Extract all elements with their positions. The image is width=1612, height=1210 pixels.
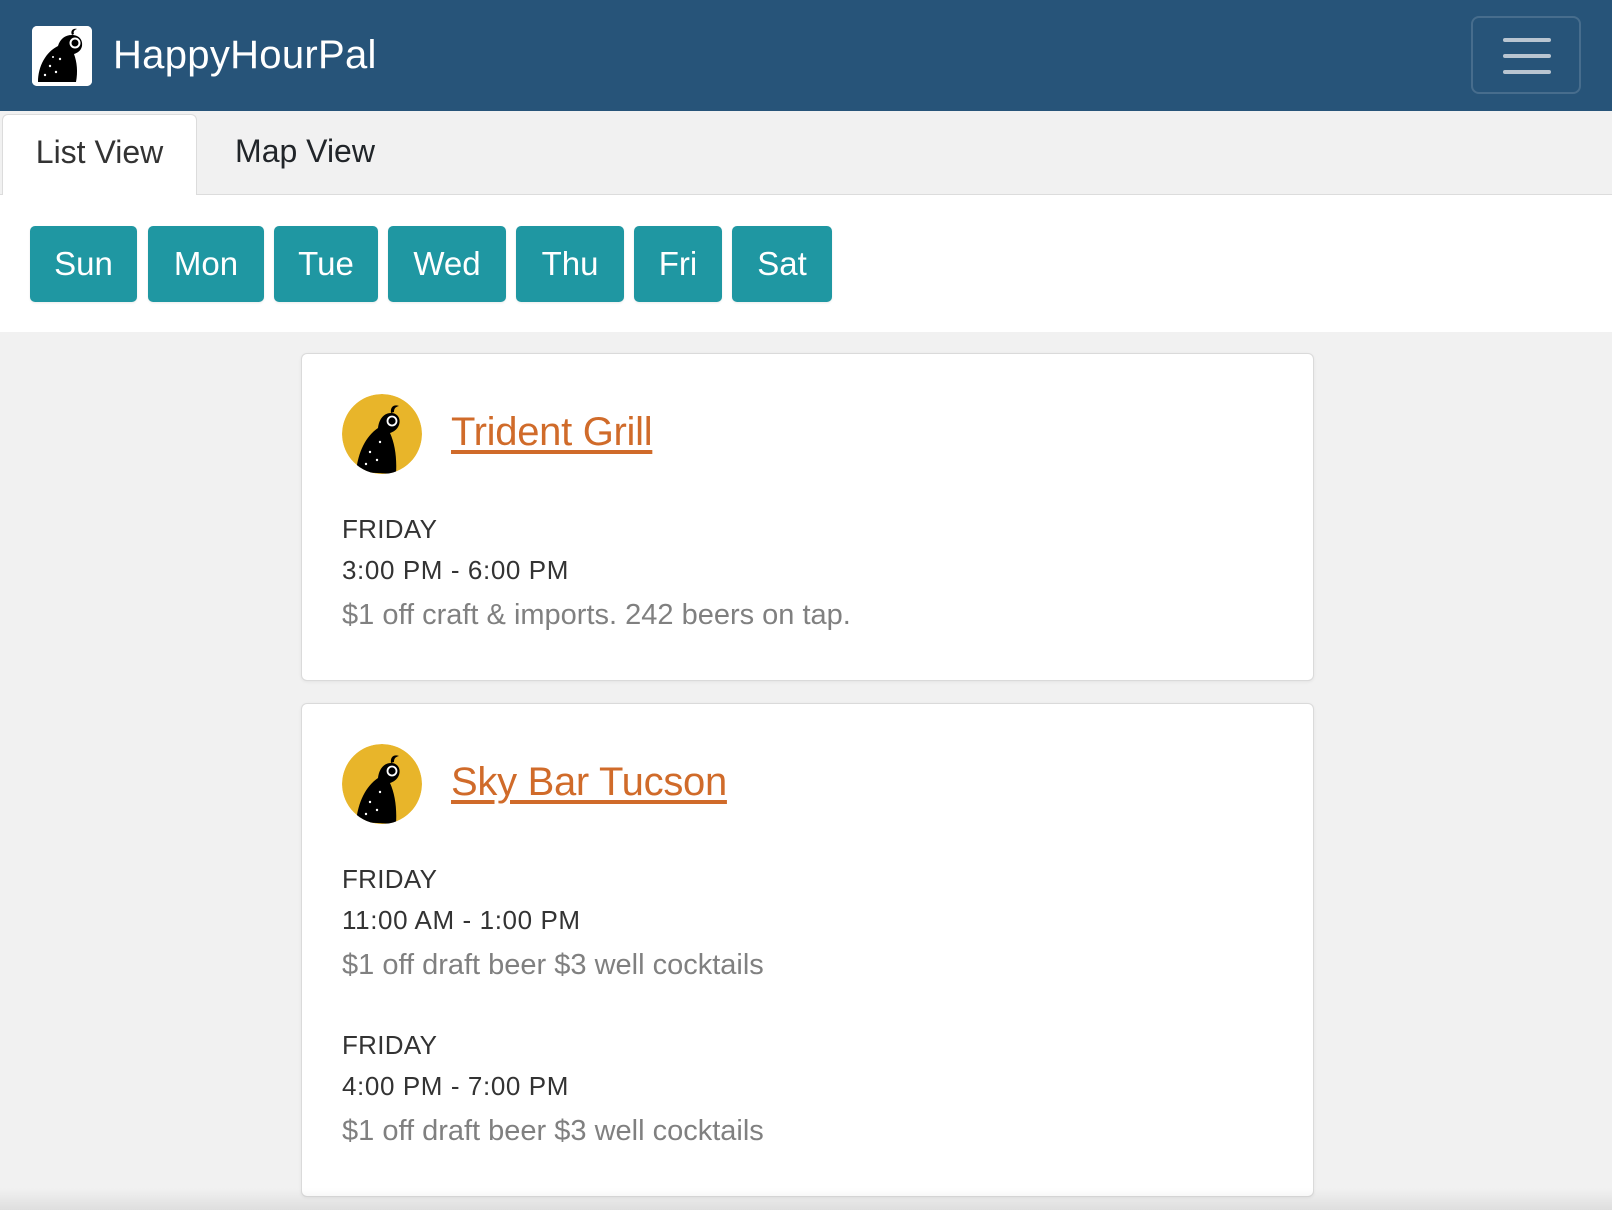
quail-logo-icon[interactable] bbox=[32, 26, 92, 86]
brand-name[interactable]: HappyHourPal bbox=[113, 26, 377, 84]
menu-bar bbox=[1503, 38, 1551, 42]
deal-day: FRIDAY bbox=[342, 514, 438, 544]
day-filter-bar: Sun Mon Tue Wed Thu Fri Sat bbox=[0, 195, 1612, 332]
venue-card: Sky Bar Tucson FRIDAY 11:00 AM - 1:00 PM… bbox=[301, 703, 1314, 1197]
view-tabs: List View Map View bbox=[0, 111, 1612, 196]
menu-bar bbox=[1503, 70, 1551, 74]
day-button-sun[interactable]: Sun bbox=[30, 226, 137, 302]
deal-time: 3:00 PM - 6:00 PM bbox=[342, 555, 569, 585]
day-button-sat[interactable]: Sat bbox=[732, 226, 832, 302]
deal-time: 4:00 PM - 7:00 PM bbox=[342, 1071, 569, 1101]
tab-map-view[interactable]: Map View bbox=[215, 114, 395, 195]
venue-card: Trident Grill FRIDAY 3:00 PM - 6:00 PM $… bbox=[301, 353, 1314, 681]
deal-description: $1 off draft beer $3 well cocktails bbox=[342, 949, 764, 981]
quail-avatar-icon bbox=[342, 744, 422, 824]
day-button-wed[interactable]: Wed bbox=[388, 226, 506, 302]
deal-description: $1 off craft & imports. 242 beers on tap… bbox=[342, 599, 851, 631]
top-navbar: HappyHourPal bbox=[0, 0, 1612, 111]
deal-description: $1 off draft beer $3 well cocktails bbox=[342, 1115, 764, 1147]
day-button-thu[interactable]: Thu bbox=[516, 226, 624, 302]
deal-day: FRIDAY bbox=[342, 864, 438, 894]
venue-name-link[interactable]: Trident Grill bbox=[451, 404, 653, 460]
deal-day: FRIDAY bbox=[342, 1030, 438, 1060]
day-button-mon[interactable]: Mon bbox=[148, 226, 264, 302]
tab-list-view[interactable]: List View bbox=[2, 114, 197, 196]
quail-avatar-icon bbox=[342, 394, 422, 474]
venue-name-link[interactable]: Sky Bar Tucson bbox=[451, 754, 727, 810]
day-button-tue[interactable]: Tue bbox=[274, 226, 378, 302]
deal-time: 11:00 AM - 1:00 PM bbox=[342, 905, 581, 935]
hamburger-menu-icon[interactable] bbox=[1471, 16, 1581, 94]
day-button-fri[interactable]: Fri bbox=[634, 226, 722, 302]
bottom-shadow bbox=[0, 1188, 1612, 1210]
menu-bar bbox=[1503, 54, 1551, 58]
